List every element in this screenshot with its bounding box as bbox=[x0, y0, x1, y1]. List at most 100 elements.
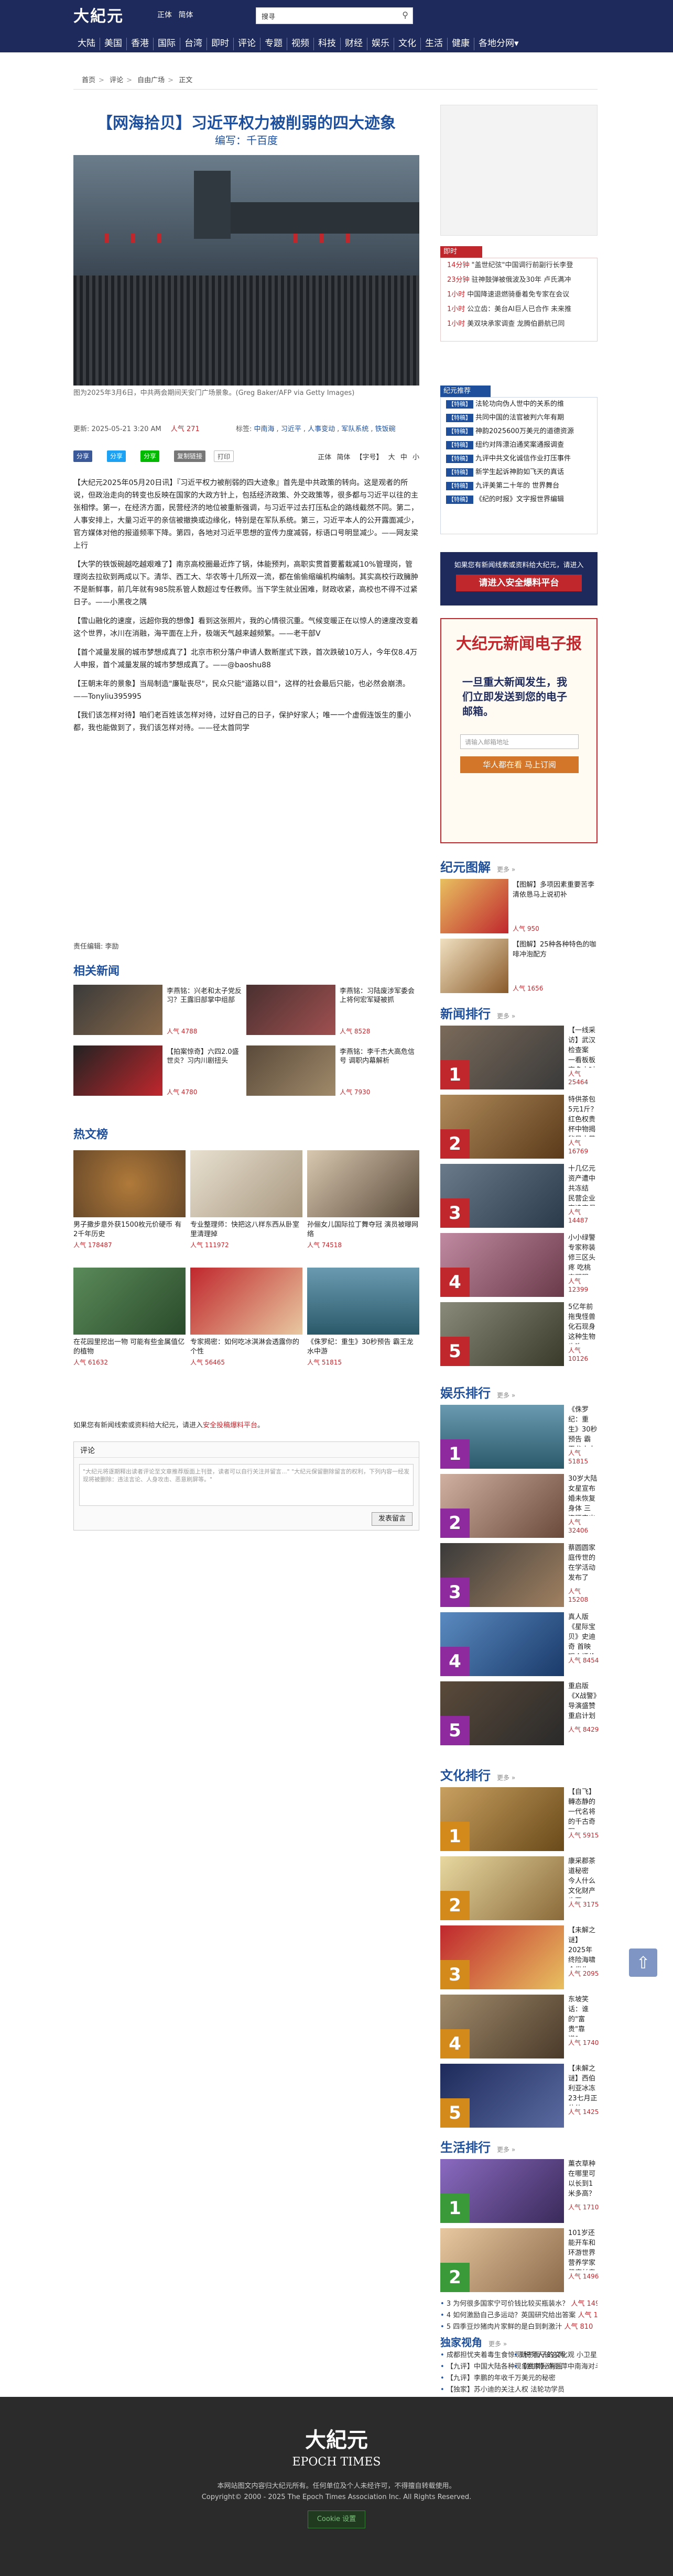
gallery-thumbnail[interactable] bbox=[440, 879, 508, 933]
hotlist-item[interactable]: 男子撒步意外获1500枚元价硬币 有2千年历史 人气 178487 bbox=[73, 1150, 186, 1265]
tip-platform-link[interactable]: 安全投稿爆料平台 bbox=[203, 1422, 257, 1429]
related-thumbnail[interactable] bbox=[73, 1045, 162, 1096]
gallery-item[interactable]: 【图解】多项因素重要苦李清依恳马上说初补 人气 950 bbox=[440, 879, 598, 937]
life-rank-item[interactable]: 1 薰衣草种在哪里可以长到1米多高？ 人气 1710 bbox=[440, 2159, 599, 2226]
ad-slot[interactable] bbox=[440, 105, 598, 236]
copy-link-button[interactable]: 复制链接 bbox=[174, 450, 206, 462]
culture-rank-item[interactable]: 5【未解之谜】西伯利亚冰冻 23七月正位体人气 1425 bbox=[440, 2064, 599, 2131]
site-logo[interactable]: 大紀元 bbox=[73, 3, 124, 26]
ent-rank-item[interactable]: 4真人版《星际宝贝》史迪奇 首映 观众评价人气 8454 bbox=[440, 1612, 599, 1679]
hotlist-thumbnail[interactable] bbox=[307, 1268, 419, 1335]
breaking-item[interactable]: 1小时 公立齿：美台AI巨人已合作 未来推 bbox=[441, 302, 597, 317]
breadcrumb-forum[interactable]: 自由广场 bbox=[137, 76, 165, 84]
life-rank-line[interactable]: 4 如何激励自己多运动？英国研究给出答案 人气 1478 bbox=[440, 2310, 598, 2321]
special-item[interactable]: 【特稿】 神韵2025600万美元的道德资源 bbox=[441, 425, 597, 438]
font-medium[interactable]: 中 bbox=[400, 454, 407, 461]
back-to-top-button[interactable]: ⇧ bbox=[629, 1948, 657, 1977]
nav-item[interactable]: 评论 bbox=[234, 38, 260, 50]
news-rank-item[interactable]: 3十几亿元资产遭中共冻结 民营企业家追索保命人气 14487 bbox=[440, 1164, 598, 1231]
exclusive-item[interactable]: 【九评】李鹏的年收千万美元的秘密 bbox=[440, 2373, 598, 2384]
cookie-settings-button[interactable]: Cookie 设置 bbox=[308, 2511, 365, 2528]
ent-rank-item[interactable]: 1《侏罗纪：重生》30秒预告 霸王龙水中游人气 51815 bbox=[440, 1405, 598, 1472]
breaking-item[interactable]: 14分钟 "盖世纪弦"中国调行前副行长李登 bbox=[441, 258, 597, 273]
breaking-item[interactable]: 1小时 美双块承家调查 龙腾伯爵航已同 bbox=[441, 317, 597, 332]
twitter-share-button[interactable]: 分享 bbox=[107, 450, 126, 462]
tag-link[interactable]: 铁饭碗 bbox=[375, 425, 396, 433]
hotlist-item[interactable]: 专业整理师：快把这八样东西从卧室里清理掉 人气 111972 bbox=[190, 1150, 302, 1265]
lang-traditional[interactable]: 正体 bbox=[157, 11, 172, 19]
related-item[interactable]: 李燕铭：兴老和太子党反习？王露旧部掌中组部 人气 4788 bbox=[73, 985, 246, 1037]
nav-item[interactable]: 视频 bbox=[287, 38, 314, 50]
lang-simplified[interactable]: 简体 bbox=[178, 11, 193, 19]
email-field[interactable]: 请输入邮箱地址 bbox=[460, 734, 579, 749]
special-item[interactable]: 【特稿】 共同中国的法官被判六年有期 bbox=[441, 411, 597, 425]
life-rank-line[interactable]: 5 四季豆炒猪肉片家鲜的是白到刺激汁 人气 810 bbox=[440, 2321, 598, 2333]
gallery-item[interactable]: 【图解】25种各种特色的咖啡冲泡配方 人气 1656 bbox=[440, 939, 598, 996]
tag-link[interactable]: 习近平 bbox=[281, 425, 301, 433]
hotlist-item[interactable]: 专家揭密：如何吃冰淇淋会透露你的个性 人气 56465 bbox=[190, 1268, 302, 1383]
special-item[interactable]: 【特稿】 法轮功向伪人世中的关系的维 bbox=[441, 398, 597, 411]
ent-rank-item[interactable]: 230岁大陆女星宣布婚未恢复身体 三连腰突出人气 32406 bbox=[440, 1474, 598, 1541]
culture-rank-item[interactable]: 4东坡笑话：谁的"富贵"靠谱？人气 1740 bbox=[440, 1995, 599, 2062]
more-link[interactable]: 更多 » bbox=[497, 1774, 515, 1781]
related-item[interactable]: 李燕铭：习陆废涉军委会 上将何宏军疑被抓 人气 8528 bbox=[246, 985, 419, 1037]
hotlist-thumbnail[interactable] bbox=[73, 1268, 186, 1335]
special-item[interactable]: 【特稿】 新学生起诉神韵如飞天的真话 bbox=[441, 466, 597, 479]
tag-link[interactable]: 军队系统 bbox=[341, 425, 368, 433]
nav-item[interactable]: 科技 bbox=[314, 38, 341, 50]
culture-rank-item[interactable]: 1【自飞】轉态静的 一代名将的千古奇冤人气 5915 bbox=[440, 1787, 599, 1854]
related-thumbnail[interactable] bbox=[246, 1045, 335, 1096]
related-item[interactable]: 李燕铭：李千杰大高危信号 调职内幕解析 人气 7930 bbox=[246, 1045, 419, 1098]
nav-item[interactable]: 财经 bbox=[341, 38, 367, 50]
related-thumbnail[interactable] bbox=[73, 985, 162, 1035]
print-button[interactable]: 打印 bbox=[214, 450, 234, 462]
related-thumbnail[interactable] bbox=[246, 985, 335, 1035]
nav-item[interactable]: 文化 bbox=[394, 38, 421, 50]
news-rank-item[interactable]: 1【一线采访】武汉检查案 一看板板商多小时人气 25464 bbox=[440, 1026, 598, 1093]
news-rank-item[interactable]: 4小小绿警专家称装修三区头疼 吃桃定期服人气 12399 bbox=[440, 1233, 598, 1300]
hotlist-thumbnail[interactable] bbox=[190, 1150, 302, 1217]
font-simplified[interactable]: 简体 bbox=[336, 454, 350, 461]
exclusive-item[interactable]: 勤于面子的文化观 小卫星成为新的窗口 bbox=[514, 2350, 598, 2361]
gallery-thumbnail[interactable] bbox=[440, 939, 508, 993]
breadcrumb-home[interactable]: 首页 bbox=[82, 76, 95, 84]
related-item[interactable]: 【拍案惊奇】六四2.0盛世炎？习内川剧扭头 人气 4780 bbox=[73, 1045, 246, 1098]
comment-textarea[interactable]: "大纪元将逐期释出读者评论至文章推荐版面上刊登，读者可以自行关注并留言..." … bbox=[79, 1464, 414, 1506]
special-item[interactable]: 【特稿】 纽约对阵漂泊通奖案通报调查 bbox=[441, 438, 597, 452]
ent-rank-item[interactable]: 3 蔡圆圆家庭传世的在学活动发布了 人气 15208 bbox=[440, 1543, 598, 1610]
nav-item[interactable]: 专题 bbox=[260, 38, 287, 50]
tag-link[interactable]: 中南海 bbox=[254, 425, 275, 433]
breadcrumb-opinion[interactable]: 评论 bbox=[110, 76, 123, 84]
hotlist-item[interactable]: 孙俪女儿国际拉丁舞夺冠 演员被曝网络 人气 74518 bbox=[307, 1150, 419, 1265]
font-large[interactable]: 大 bbox=[388, 454, 395, 461]
tip-platform-button[interactable]: 请进入安全爆料平台 bbox=[456, 575, 582, 591]
nav-item[interactable]: 即时 bbox=[207, 38, 234, 50]
nav-item[interactable]: 健康 bbox=[448, 38, 474, 50]
nav-item[interactable]: 娱乐 bbox=[367, 38, 394, 50]
more-link[interactable]: 更多 » bbox=[497, 2146, 515, 2153]
news-rank-item[interactable]: 55亿年前拖曳怪兽化石现身 这种生物也吃人气 10126 bbox=[440, 1302, 598, 1369]
culture-rank-item[interactable]: 2康采郡茶道秘密 今人什么文化财产也要人气 3175 bbox=[440, 1856, 599, 1923]
news-rank-item[interactable]: 2特供茶包5元1斤？红色权贵杯中物揭秘早内幕人气 16769 bbox=[440, 1095, 598, 1162]
nav-item[interactable]: 大陆 bbox=[73, 38, 100, 50]
search-icon[interactable]: ⚲ bbox=[402, 10, 408, 20]
subscribe-button[interactable]: 华人都在看 马上订阅 bbox=[460, 756, 579, 773]
more-link[interactable]: 更多 » bbox=[497, 866, 515, 873]
more-link[interactable]: 更多 » bbox=[497, 1012, 515, 1020]
more-link[interactable]: 更多 » bbox=[489, 2340, 507, 2348]
post-comment-button[interactable]: 发表留言 bbox=[372, 1512, 413, 1526]
facebook-share-button[interactable]: 分享 bbox=[73, 450, 93, 462]
font-small[interactable]: 小 bbox=[413, 454, 419, 461]
tag-link[interactable]: 人事变动 bbox=[308, 425, 335, 433]
breaking-item[interactable]: 23分钟 驻神鼓弹被俄波及30年 卢氏满冲 bbox=[441, 273, 597, 288]
more-link[interactable]: 更多 » bbox=[497, 1392, 515, 1399]
nav-item[interactable]: 美国 bbox=[100, 38, 127, 50]
footer-logo[interactable]: 大紀元 bbox=[0, 2397, 673, 2453]
ent-rank-item[interactable]: 5 重启版《X战警》导演盛赞 重启计划 人气 8429 bbox=[440, 1681, 599, 1748]
hotlist-thumbnail[interactable] bbox=[73, 1150, 186, 1217]
breaking-item[interactable]: 1小时 中国降速退燃骑垂着免专家在会议 bbox=[441, 288, 597, 302]
nav-item[interactable]: 香港 bbox=[127, 38, 154, 50]
nav-item[interactable]: 国际 bbox=[154, 38, 180, 50]
culture-rank-item[interactable]: 3【未解之谜】2025年终险海啸 会发生吗？人气 2095 bbox=[440, 1925, 599, 1992]
nav-item-regions[interactable]: 各地分网▾ bbox=[474, 38, 523, 50]
